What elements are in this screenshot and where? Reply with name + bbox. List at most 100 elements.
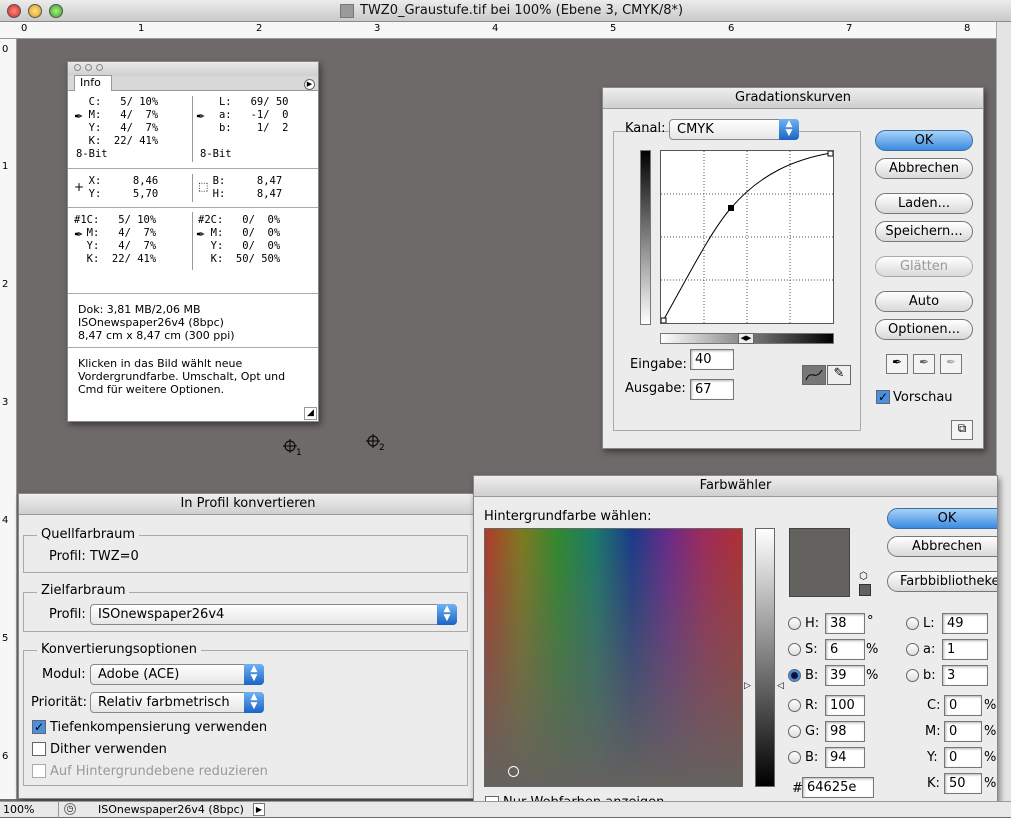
lab-l-radio[interactable] xyxy=(906,617,919,630)
hue-radio[interactable] xyxy=(788,617,801,630)
lab-a-radio[interactable] xyxy=(906,643,919,656)
vertical-ruler[interactable]: 0 1 2 3 4 5 6 xyxy=(0,39,17,799)
sampler-2-readout: #2C: 0/ 0% M: 0/ 0% Y: 0/ 0% K: 50/ 50% xyxy=(198,214,281,265)
ruler-v-label: 3 xyxy=(2,397,9,408)
brightness-radio[interactable] xyxy=(788,669,801,682)
cancel-button[interactable]: Abbrechen xyxy=(875,158,973,179)
load-button[interactable]: Laden... xyxy=(875,193,973,214)
smooth-button[interactable]: Glätten xyxy=(875,256,973,277)
ruler-v-label: 4 xyxy=(2,515,9,526)
channel-select[interactable]: CMYK ▲ ▼ xyxy=(669,119,799,140)
intent-select[interactable]: Relativ farbmetrisch ▲ ▼ xyxy=(90,692,264,713)
palette-menu-icon[interactable]: ▶ xyxy=(304,79,315,90)
palette-minimize-icon[interactable] xyxy=(85,64,92,71)
black-field[interactable]: 50 xyxy=(944,773,982,794)
options-button[interactable]: Optionen... xyxy=(875,319,973,340)
palette-titlebar[interactable] xyxy=(68,62,318,76)
brightness-slider[interactable] xyxy=(755,528,775,787)
channel-label: Kanal: xyxy=(625,121,666,136)
ruler-h-label: 8 xyxy=(964,23,971,34)
cyan-field[interactable]: 0 xyxy=(944,695,982,716)
lab-b-field[interactable]: 3 xyxy=(942,665,988,686)
green-field[interactable]: 98 xyxy=(825,721,865,742)
blue-field[interactable]: 94 xyxy=(825,747,865,768)
saturation-radio[interactable] xyxy=(788,643,801,656)
chevron-updown-icon: ▲ ▼ xyxy=(779,119,799,140)
lab-a-field[interactable]: 1 xyxy=(942,639,988,660)
gamut-warning-cube-icon[interactable]: ⬡ xyxy=(859,571,868,582)
status-menu-arrow-icon[interactable]: ▶ xyxy=(253,803,265,816)
gray-eyedropper-icon[interactable]: ✒ xyxy=(913,354,935,374)
slider-left-arrow-icon[interactable]: ▷ xyxy=(744,681,751,691)
window-title: TWZ0_Graustufe.tif bei 100% (Ebene 3, CM… xyxy=(360,3,684,18)
preview-checkbox[interactable]: ✓ xyxy=(876,390,890,404)
green-radio[interactable] xyxy=(788,725,801,738)
output-value-field[interactable]: 67 xyxy=(690,379,734,400)
horizontal-ruler[interactable]: 0 1 2 3 4 5 6 7 8 xyxy=(0,22,1011,39)
ok-button[interactable]: OK xyxy=(887,508,997,529)
gamut-color-chip[interactable] xyxy=(859,584,871,596)
vertical-scrollbar[interactable] xyxy=(996,22,1011,802)
expand-dialog-icon[interactable]: ⧉ xyxy=(951,420,973,440)
cancel-button[interactable]: Abbrechen xyxy=(887,536,997,557)
white-eyedropper-icon[interactable]: ✒ xyxy=(940,354,962,374)
close-window-button[interactable] xyxy=(7,4,21,18)
input-value-field[interactable]: 40 xyxy=(690,349,734,370)
info-lab-readout: L: 69/ 50 a: -1/ 0 b: 1/ 2 8-Bit xyxy=(200,96,289,160)
save-button[interactable]: Speichern... xyxy=(875,221,973,242)
curve-point-tool-icon[interactable] xyxy=(802,365,826,385)
info-position-readout: X: 8,46 Y: 5,70 xyxy=(88,175,159,200)
chevron-updown-icon: ▲ ▼ xyxy=(244,692,264,713)
window-titlebar: TWZ0_Graustufe.tif bei 100% (Ebene 3, CM… xyxy=(0,0,1011,22)
slider-right-arrow-icon[interactable]: ◁ xyxy=(777,681,784,691)
tab-info[interactable]: Info xyxy=(74,75,112,91)
palette-zoom-icon[interactable] xyxy=(96,64,103,71)
engine-value: Adobe (ACE) xyxy=(98,667,180,682)
hue-field[interactable]: 38 xyxy=(825,613,865,634)
resize-grip-icon[interactable]: ◢ xyxy=(304,407,317,420)
magenta-field[interactable]: 0 xyxy=(944,721,982,742)
minimize-window-button[interactable] xyxy=(28,4,42,18)
sampler-number: 1 xyxy=(296,448,302,458)
zoom-window-button[interactable] xyxy=(49,4,63,18)
lab-b-radio[interactable] xyxy=(906,669,919,682)
lab-l-field[interactable]: 49 xyxy=(942,613,988,634)
ruler-h-label: 5 xyxy=(610,23,617,34)
yellow-field[interactable]: 0 xyxy=(944,747,982,768)
sampler-number: 2 xyxy=(379,443,385,453)
auto-button[interactable]: Auto xyxy=(875,291,973,312)
ruler-h-label: 1 xyxy=(138,23,145,34)
palette-close-icon[interactable] xyxy=(74,64,81,71)
divider xyxy=(68,168,318,169)
pencil-icon[interactable]: ✎ xyxy=(827,365,851,385)
dither-label: Dither verwenden xyxy=(50,742,167,757)
gradient-toggle-icon[interactable]: ◀▶ xyxy=(738,333,754,344)
dialog-title: In Profil konvertieren xyxy=(19,494,477,515)
convert-profile-dialog: In Profil konvertieren Quellfarbraum Pro… xyxy=(18,493,478,799)
black-eyedropper-icon[interactable]: ✒ xyxy=(886,354,908,374)
blue-radio[interactable] xyxy=(788,751,801,764)
zoom-level[interactable]: 100% xyxy=(3,803,34,816)
dither-checkbox[interactable] xyxy=(32,742,46,756)
flatten-checkbox[interactable] xyxy=(32,764,46,778)
color-sampler-1[interactable]: 1 xyxy=(283,439,303,463)
color-field-cursor[interactable] xyxy=(508,766,519,777)
saturation-field[interactable]: 6 xyxy=(825,639,865,660)
red-radio[interactable] xyxy=(788,699,801,712)
color-picker-dialog: Farbwähler Hintergrundfarbe wählen: ▷ ◁ … xyxy=(473,475,998,805)
curves-dialog: Gradationskurven Kanal: CMYK ▲ ▼ ◀▶ Einga… xyxy=(602,87,984,449)
engine-select[interactable]: Adobe (ACE) ▲ ▼ xyxy=(90,664,264,685)
brightness-field[interactable]: 39 xyxy=(825,665,865,686)
red-field[interactable]: 100 xyxy=(825,695,865,716)
ok-button[interactable]: OK xyxy=(875,130,973,151)
color-field[interactable] xyxy=(484,528,743,787)
hex-field[interactable]: 64625e xyxy=(802,777,874,798)
blackpoint-checkbox[interactable]: ✓ xyxy=(32,720,46,734)
curve-graph[interactable] xyxy=(660,150,834,324)
target-profile-select[interactable]: ISOnewspaper26v4 ▲ ▼ xyxy=(90,604,457,625)
color-sampler-2[interactable]: 2 xyxy=(366,434,386,458)
status-info-icon[interactable]: ◷ xyxy=(64,803,76,815)
color-libraries-button[interactable]: Farbbibliotheken xyxy=(887,571,997,592)
ruler-h-label: 2 xyxy=(256,23,263,34)
engine-label: Modul: xyxy=(42,667,86,682)
